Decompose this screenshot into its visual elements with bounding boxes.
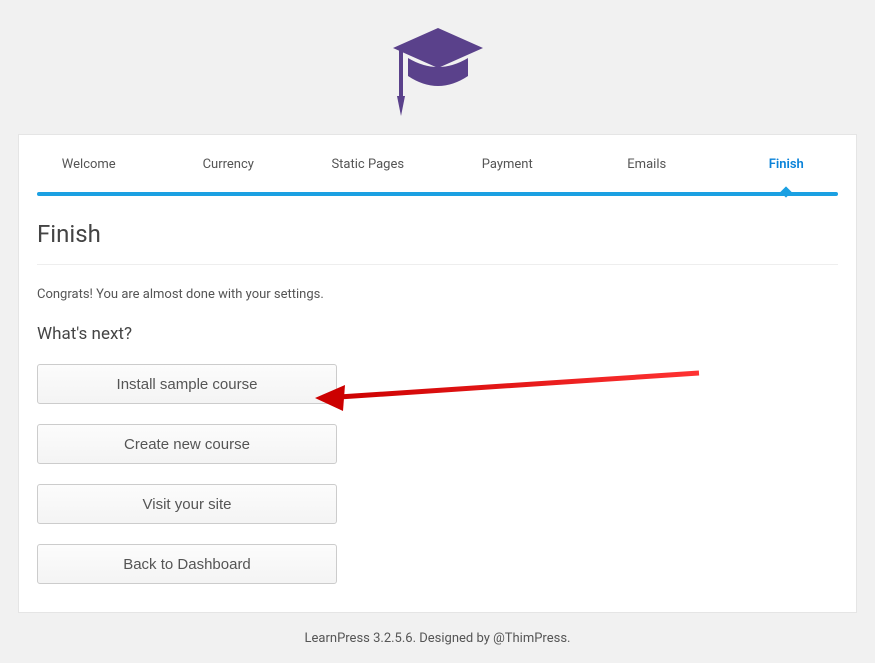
wizard-card: Welcome Currency Static Pages Payment Em… bbox=[18, 134, 857, 613]
create-new-course-button[interactable]: Create new course bbox=[37, 424, 337, 464]
logo-wrap bbox=[0, 0, 875, 134]
tab-currency[interactable]: Currency bbox=[159, 135, 299, 192]
tab-static-pages[interactable]: Static Pages bbox=[298, 135, 438, 192]
graduation-cap-icon bbox=[388, 18, 488, 122]
tab-finish[interactable]: Finish bbox=[717, 135, 857, 192]
whats-next-heading: What's next? bbox=[37, 302, 838, 344]
wizard-progress-bar bbox=[37, 192, 838, 196]
visit-your-site-button[interactable]: Visit your site bbox=[37, 484, 337, 524]
page-title: Finish bbox=[37, 220, 838, 265]
congrats-text: Congrats! You are almost done with your … bbox=[37, 265, 838, 302]
back-to-dashboard-button[interactable]: Back to Dashboard bbox=[37, 544, 337, 584]
wizard-content: Finish Congrats! You are almost done wit… bbox=[19, 196, 856, 584]
action-button-stack: Install sample course Create new course … bbox=[37, 364, 337, 584]
tab-emails[interactable]: Emails bbox=[577, 135, 717, 192]
install-sample-course-button[interactable]: Install sample course bbox=[37, 364, 337, 404]
tab-payment[interactable]: Payment bbox=[438, 135, 578, 192]
footer-text: LearnPress 3.2.5.6. Designed by @ThimPre… bbox=[0, 613, 875, 646]
tab-welcome[interactable]: Welcome bbox=[19, 135, 159, 192]
wizard-tabs: Welcome Currency Static Pages Payment Em… bbox=[19, 135, 856, 192]
